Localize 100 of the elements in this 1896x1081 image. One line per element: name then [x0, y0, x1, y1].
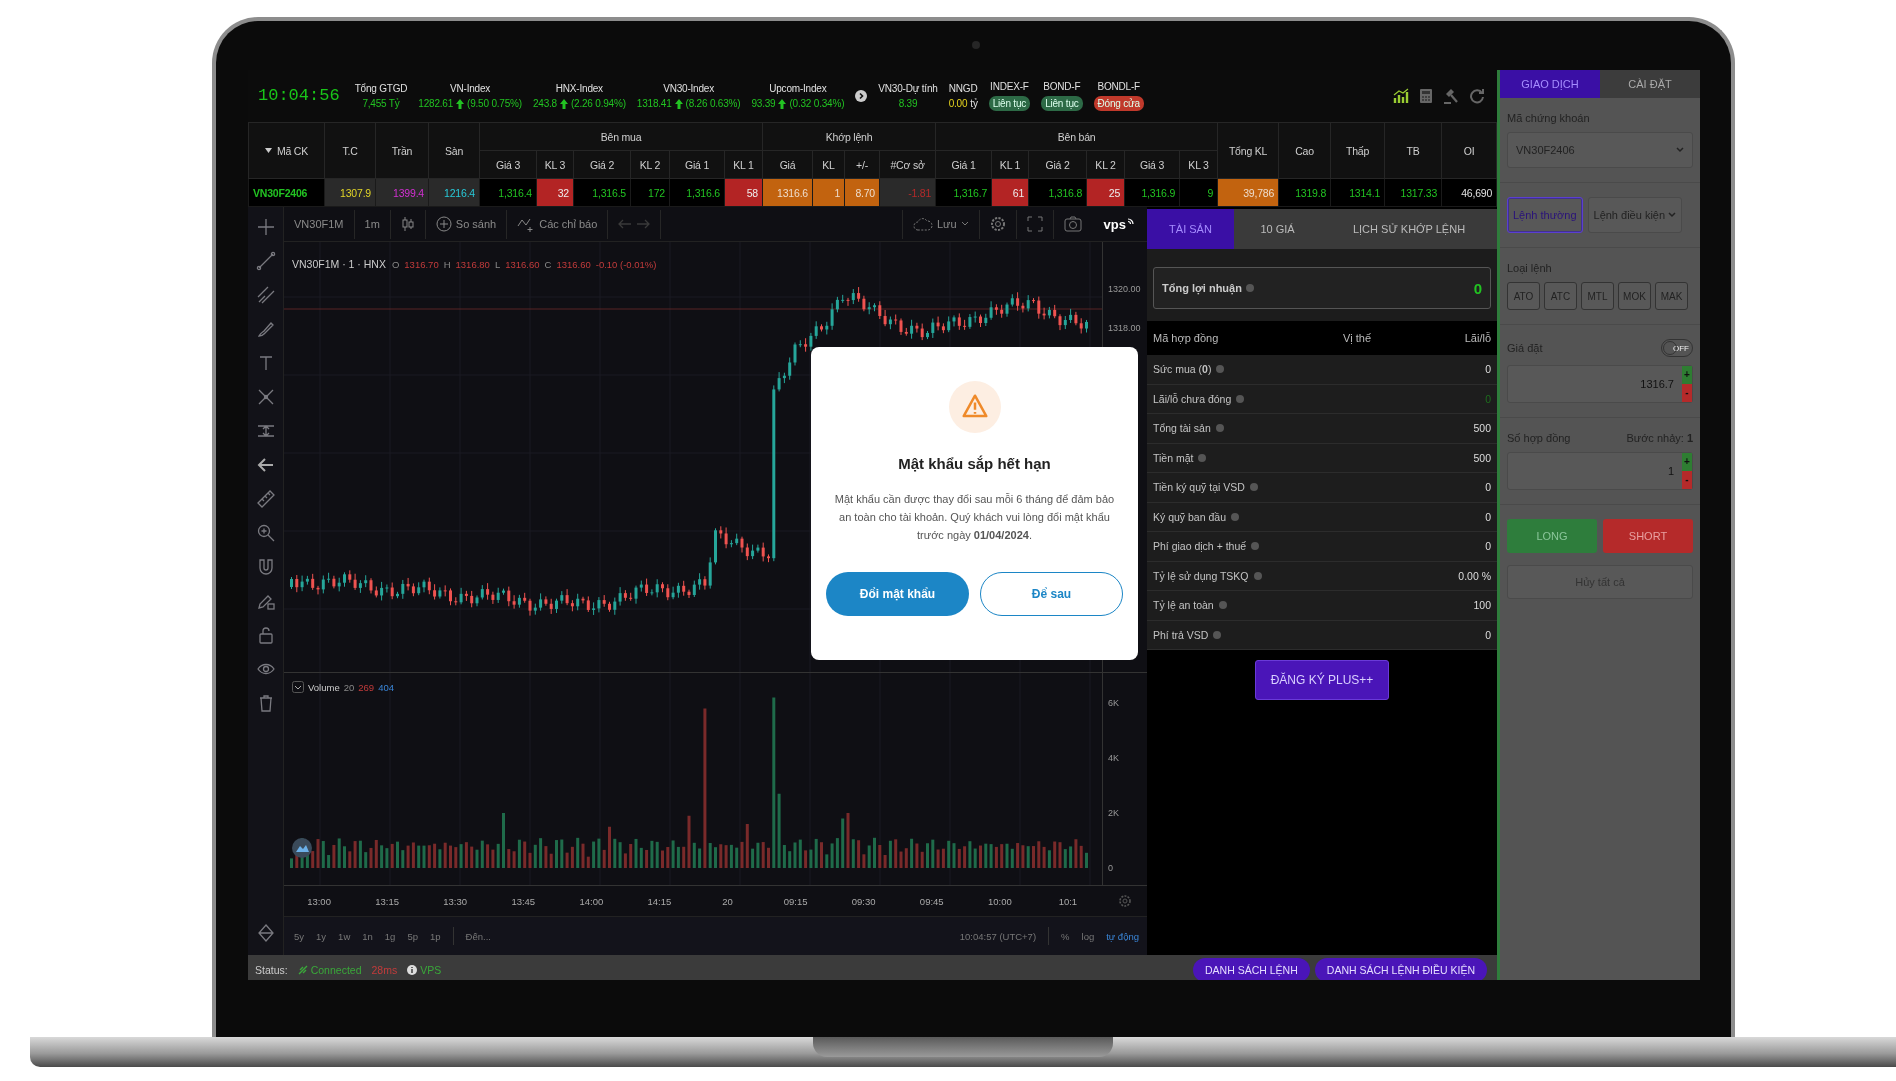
- go-to-date-button[interactable]: Đến...: [465, 930, 491, 942]
- interval-button[interactable]: 1m: [354, 209, 390, 239]
- time-axis-label: 09:45: [918, 895, 945, 907]
- register-button[interactable]: ĐĂNG KÝ PLUS++: [1255, 660, 1389, 700]
- later-button[interactable]: Để sau: [980, 572, 1123, 616]
- index-label: VN30-Index: [663, 83, 714, 94]
- volume-axis-label: 6K: [1108, 697, 1119, 710]
- trend-line-icon[interactable]: [255, 251, 276, 271]
- brand-logo-text: vps: [1103, 216, 1126, 232]
- column-header: Cao: [1278, 122, 1331, 179]
- panel-tab[interactable]: TÀI SẢN: [1147, 209, 1234, 249]
- collapse-icon[interactable]: [292, 681, 304, 693]
- order-list-button[interactable]: DANH SÁCH LỆNH ĐIỀU KIỆN: [1314, 958, 1487, 980]
- index-value: 1282.61: [418, 98, 454, 109]
- asset-value: 500: [1473, 422, 1491, 435]
- number-field[interactable]: 1 + -: [1507, 452, 1693, 490]
- info-icon: [1231, 512, 1239, 521]
- long-button[interactable]: LONG: [1507, 519, 1597, 553]
- bar-chart-icon[interactable]: [1393, 88, 1409, 104]
- table-cell: 46,690: [1441, 178, 1497, 207]
- table-cell: -1.81: [879, 178, 936, 207]
- range-button[interactable]: 1n: [362, 930, 373, 942]
- asset-value: 100: [1473, 599, 1491, 612]
- scale-option[interactable]: log: [1081, 930, 1095, 942]
- decrement-button[interactable]: -: [1682, 384, 1692, 402]
- refresh-icon[interactable]: [1469, 88, 1485, 104]
- compare-button[interactable]: So sánh: [425, 209, 507, 239]
- ohlc-value: 1316.80: [455, 258, 490, 270]
- range-button[interactable]: 1g: [384, 930, 396, 942]
- ohlc-value: 1316.60: [505, 258, 540, 270]
- save-button[interactable]: Lưu: [903, 209, 979, 239]
- panel-tab[interactable]: GIAO DỊCH: [1500, 70, 1600, 98]
- status-label: Status:: [255, 964, 288, 976]
- asset-label: Phí giao dịch + thuế: [1153, 540, 1247, 553]
- chevron-down-icon: [1668, 212, 1677, 218]
- range-button[interactable]: 1y: [316, 930, 327, 942]
- info-icon: [1253, 571, 1262, 580]
- asset-value: 0: [1485, 540, 1491, 553]
- increment-button[interactable]: +: [1682, 453, 1692, 471]
- index-value: 1318.41: [636, 98, 672, 109]
- volume-legend-label: Volume: [308, 681, 340, 693]
- change-password-button[interactable]: Đổi mật khẩu: [826, 572, 969, 616]
- plus-circle-icon: [435, 216, 452, 232]
- market-label: INDEX-F: [990, 81, 1029, 92]
- field-value: 1: [1666, 464, 1675, 479]
- time-axis-label: 09:15: [782, 895, 809, 907]
- range-button[interactable]: 1w: [338, 930, 351, 942]
- candlestick-icon[interactable]: [400, 216, 415, 232]
- ruler-icon[interactable]: [255, 489, 276, 509]
- info-icon: [1236, 394, 1245, 403]
- column-header: OI: [1441, 122, 1497, 179]
- time-axis-label: 13:30: [442, 895, 469, 907]
- total-profit-label: Tổng lợi nhuận: [1162, 282, 1242, 294]
- settings-icon[interactable]: [989, 216, 1006, 232]
- time-axis-label: 13:15: [374, 895, 400, 907]
- parallel-lines-icon[interactable]: [255, 285, 276, 305]
- table-cell: 172: [630, 178, 670, 207]
- gavel-icon[interactable]: [1443, 88, 1459, 104]
- range-button[interactable]: 5p: [407, 930, 418, 942]
- asset-label: Ký quỹ ban đầu: [1153, 510, 1226, 523]
- volume-axis-label: 4K: [1108, 752, 1119, 765]
- info-icon: [1249, 483, 1258, 492]
- info-icon: [1198, 453, 1207, 462]
- order-list-button[interactable]: DANH SÁCH LỆNH: [1193, 958, 1310, 980]
- settings-icon[interactable]: [1117, 894, 1132, 908]
- index-value: 93.39: [751, 98, 776, 109]
- calculator-icon[interactable]: [1419, 88, 1433, 104]
- scale-option[interactable]: %: [1061, 930, 1070, 942]
- connection-status: Connected: [310, 964, 362, 976]
- chart-legend-title: VN30F1M · 1 · HNX: [292, 258, 386, 270]
- camera-icon[interactable]: [1063, 216, 1082, 232]
- panel-tab[interactable]: LỊCH SỬ KHỚP LỆNH: [1321, 209, 1497, 249]
- asset-value: 0: [1485, 392, 1491, 405]
- time-axis-label: 09:30: [850, 895, 877, 907]
- market-value: 0.00: [948, 98, 968, 109]
- crosshair-icon[interactable]: [255, 217, 276, 237]
- symbol-button[interactable]: VN30F1M: [284, 209, 354, 239]
- asset-label: Tỷ lệ sử dụng TSKQ: [1153, 569, 1249, 582]
- latency-value: 28ms: [371, 964, 398, 976]
- caret-down-icon[interactable]: [264, 148, 272, 153]
- info-icon: [1251, 542, 1260, 551]
- range-button[interactable]: 1p: [430, 930, 441, 942]
- asset-label: Tổng tài sản: [1153, 422, 1211, 435]
- column-header: Lãi/lỗ: [1463, 332, 1491, 344]
- panel-tab[interactable]: 10 GIÁ: [1234, 209, 1321, 249]
- decrement-button[interactable]: -: [1682, 471, 1692, 489]
- scale-option[interactable]: tự động: [1106, 930, 1139, 942]
- number-field[interactable]: 1316.7 + -: [1507, 365, 1693, 403]
- index-change: (2.26 0.94%): [570, 98, 626, 109]
- zoom-in-icon[interactable]: [255, 523, 276, 543]
- market-label: NNGD: [948, 83, 978, 94]
- range-button[interactable]: 5y: [294, 930, 305, 942]
- total-value: 7,455 Tỷ: [362, 98, 400, 109]
- indicators-button[interactable]: Các chỉ báo: [507, 209, 608, 239]
- increment-button[interactable]: +: [1682, 366, 1692, 384]
- table-cell: 1,316.4: [479, 178, 537, 207]
- table-cell: 1,316.8: [1028, 178, 1087, 207]
- panel-tab[interactable]: CÀI ĐẶT: [1600, 70, 1700, 98]
- chevron-down-icon: [960, 221, 969, 227]
- short-button[interactable]: SHORT: [1603, 519, 1693, 553]
